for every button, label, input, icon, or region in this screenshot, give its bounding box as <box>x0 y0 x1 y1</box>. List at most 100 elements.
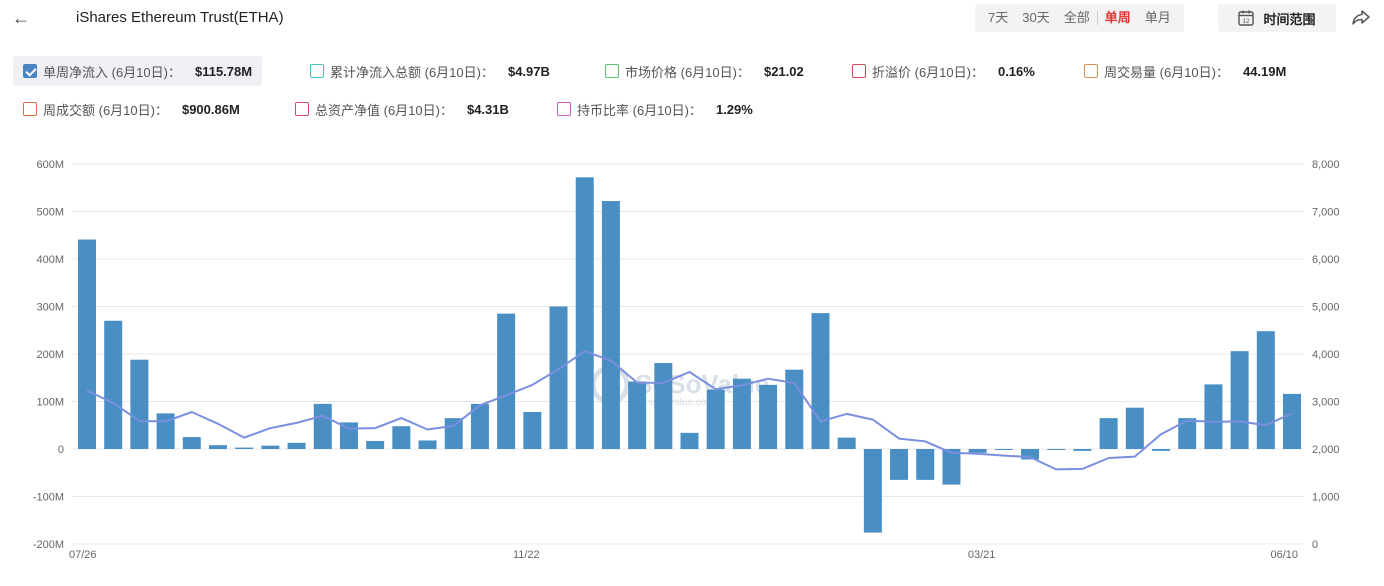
bar-weekly-net-inflow[interactable] <box>654 363 673 449</box>
bar-weekly-net-inflow[interactable] <box>182 437 201 449</box>
bar-series <box>78 177 1301 533</box>
checkbox-icon <box>23 102 37 116</box>
legend-market-price[interactable]: 市场价格 (6月10日)： $21.02 <box>595 56 814 86</box>
bar-weekly-net-inflow[interactable] <box>1099 418 1118 449</box>
bar-weekly-net-inflow[interactable] <box>706 389 725 449</box>
y-left-tick-label: 200M <box>36 349 64 361</box>
bar-weekly-net-inflow[interactable] <box>130 359 149 449</box>
bar-weekly-net-inflow[interactable] <box>994 449 1013 450</box>
bar-weekly-net-inflow[interactable] <box>1256 331 1275 449</box>
bar-weekly-net-inflow[interactable] <box>418 440 437 449</box>
bar-weekly-net-inflow[interactable] <box>366 440 385 449</box>
y-left-tick-label: 400M <box>36 254 64 266</box>
legend-premium-discount[interactable]: 折溢价 (6月10日)： 0.16% <box>842 56 1045 86</box>
bar-weekly-net-inflow[interactable] <box>261 445 280 449</box>
range-monthly-button[interactable]: 单月 <box>1138 4 1178 32</box>
bar-weekly-net-inflow[interactable] <box>916 449 935 480</box>
legend-label: 持币比率 (6月10日)： <box>577 102 702 118</box>
legend-holding-ratio[interactable]: 持币比率 (6月10日)： 1.29% <box>547 94 763 124</box>
x-tick-label: 03/21 <box>968 549 996 561</box>
bar-weekly-net-inflow[interactable] <box>968 449 987 453</box>
legend-value: $115.78M <box>194 63 253 79</box>
legend-weekly-turnover[interactable]: 周成交额 (6月10日)： $900.86M <box>13 94 250 124</box>
bar-weekly-net-inflow[interactable] <box>287 442 306 449</box>
flow-chart[interactable]: SoSoValue sosovalue.com -200M-100M0100M2… <box>0 140 1384 586</box>
bar-weekly-net-inflow[interactable] <box>78 239 96 449</box>
bar-weekly-net-inflow[interactable] <box>235 447 254 449</box>
share-icon[interactable] <box>1350 6 1376 30</box>
bar-weekly-net-inflow[interactable] <box>208 445 227 449</box>
checkbox-icon <box>1084 64 1098 78</box>
bar-weekly-net-inflow[interactable] <box>601 201 620 449</box>
bar-weekly-net-inflow[interactable] <box>104 320 123 449</box>
range-selector: 7天 30天 全部 单周 单月 <box>975 4 1184 32</box>
page-title: iShares Ethereum Trust(ETHA) <box>76 9 284 26</box>
legend-total-net-assets[interactable]: 总资产净值 (6月10日)： $4.31B <box>285 94 519 124</box>
bar-weekly-net-inflow[interactable] <box>680 432 699 449</box>
arrow-left-icon[interactable]: ← <box>10 6 32 30</box>
y-right-tick-label: 2,000 <box>1312 444 1340 456</box>
bar-weekly-net-inflow[interactable] <box>575 177 594 450</box>
bar-weekly-net-inflow[interactable] <box>811 313 830 449</box>
legend-value: 0.16% <box>997 63 1035 79</box>
y-left-tick-label: -200M <box>33 539 64 551</box>
x-tick-label: 11/22 <box>513 549 540 561</box>
bar-weekly-net-inflow[interactable] <box>1204 384 1223 449</box>
bar-weekly-net-inflow[interactable] <box>942 449 961 485</box>
legend-label: 单周净流入 (6月10日)： <box>43 64 181 80</box>
legend-value: $21.02 <box>763 63 804 79</box>
bar-weekly-net-inflow[interactable] <box>628 381 647 449</box>
bar-weekly-net-inflow[interactable] <box>1283 393 1301 449</box>
checkbox-icon <box>557 102 571 116</box>
bar-weekly-net-inflow[interactable] <box>1152 449 1171 451</box>
legend-weekly-net-inflow[interactable]: 单周净流入 (6月10日)： $115.78M <box>13 56 263 86</box>
bar-weekly-net-inflow[interactable] <box>523 411 542 449</box>
checkbox-icon <box>310 64 324 78</box>
bar-weekly-net-inflow[interactable] <box>732 378 751 449</box>
y-right-tick-label: 1,000 <box>1312 492 1340 504</box>
range-all-button[interactable]: 全部 <box>1057 4 1097 32</box>
y-left-tick-label: 300M <box>36 302 64 314</box>
y-axis-right: 0 1,000 2,000 3,000 4,000 5,000 6,000 7,000 8,00… <box>1312 159 1340 551</box>
legend-value: 44.19M <box>1242 63 1287 79</box>
legend-weekly-volume[interactable]: 周交易量 (6月10日)： 44.19M <box>1074 56 1296 86</box>
legend-value: $4.31B <box>466 101 509 117</box>
bar-weekly-net-inflow[interactable] <box>863 449 882 533</box>
bar-weekly-net-inflow[interactable] <box>759 384 778 449</box>
y-left-tick-label: 0 <box>58 444 64 456</box>
x-tick-label: 06/10 <box>1270 549 1298 561</box>
header-bar: ← iShares Ethereum Trust(ETHA) 7天 30天 全部… <box>0 0 1384 38</box>
bar-weekly-net-inflow[interactable] <box>837 437 856 449</box>
y-right-tick-label: 7,000 <box>1312 207 1340 219</box>
bar-weekly-net-inflow[interactable] <box>1047 449 1066 450</box>
bar-weekly-net-inflow[interactable] <box>1073 449 1092 451</box>
grid-lines <box>72 163 1304 545</box>
range-weekly-button[interactable]: 单周 <box>1098 4 1138 32</box>
y-axis-left: -200M -100M 0 100M 200M 300M 400M 500M 600M <box>33 159 64 551</box>
svg-text:12: 12 <box>1243 18 1251 25</box>
bar-weekly-net-inflow[interactable] <box>313 403 332 449</box>
bar-weekly-net-inflow[interactable] <box>549 306 568 450</box>
bar-weekly-net-inflow[interactable] <box>444 418 463 449</box>
time-range-label: 时间范围 <box>1263 11 1316 27</box>
bar-weekly-net-inflow[interactable] <box>890 449 909 480</box>
legend-label: 市场价格 (6月10日)： <box>625 64 750 80</box>
bar-weekly-net-inflow[interactable] <box>1230 351 1249 449</box>
range-7d-button[interactable]: 7天 <box>981 4 1015 32</box>
y-left-tick-label: 100M <box>36 397 64 409</box>
checkbox-icon <box>295 102 309 116</box>
checkbox-checked-icon <box>23 64 37 78</box>
y-left-tick-label: 600M <box>36 159 64 171</box>
y-right-tick-label: 6,000 <box>1312 254 1340 266</box>
bar-weekly-net-inflow[interactable] <box>497 313 516 449</box>
checkbox-icon <box>852 64 866 78</box>
bar-weekly-net-inflow[interactable] <box>392 426 411 449</box>
legend-label: 总资产净值 (6月10日)： <box>315 102 453 118</box>
legend-value: 1.29% <box>715 101 753 117</box>
legend-value: $900.86M <box>181 101 240 117</box>
bar-weekly-net-inflow[interactable] <box>1125 407 1144 449</box>
range-30d-button[interactable]: 30天 <box>1015 4 1056 32</box>
time-range-button[interactable]: 12 时间范围 <box>1218 4 1336 32</box>
legend-cumulative-net-inflow[interactable]: 累计净流入总额 (6月10日)： $4.97B <box>300 56 560 86</box>
legend-label: 累计净流入总额 (6月10日)： <box>330 64 494 80</box>
